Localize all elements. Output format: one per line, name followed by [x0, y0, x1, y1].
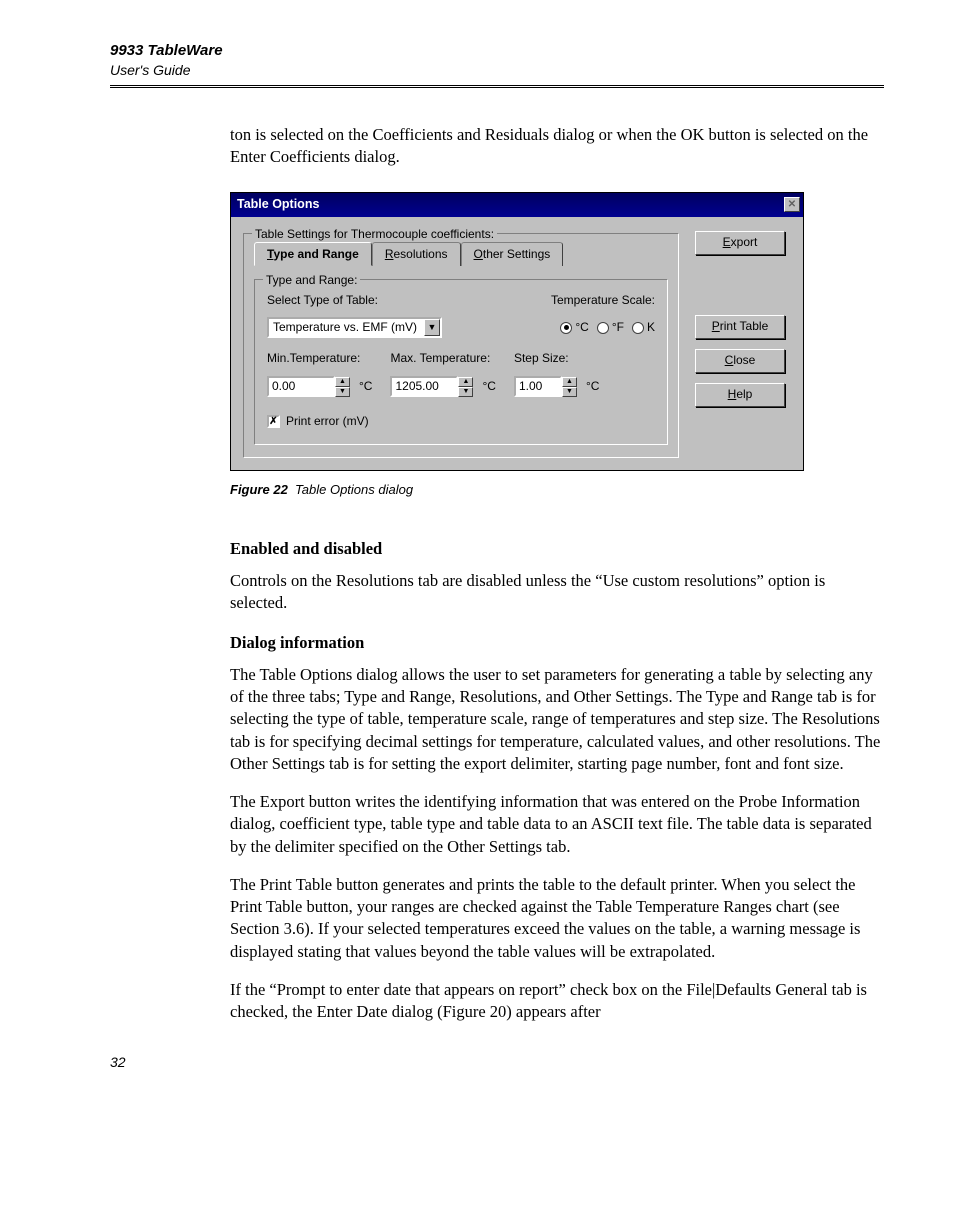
settings-groupbox: Table Settings for Thermocouple coeffici… — [243, 233, 679, 458]
groupbox-label: Table Settings for Thermocouple coeffici… — [252, 226, 497, 243]
radio-label: K — [647, 319, 655, 336]
help-button[interactable]: Help — [695, 383, 785, 407]
spin-up-icon[interactable]: ▲ — [458, 377, 473, 387]
para-info-1: The Table Options dialog allows the user… — [230, 664, 884, 775]
heading-dialog-info: Dialog information — [230, 631, 884, 654]
min-temp-value[interactable]: 0.00 — [267, 376, 335, 397]
page-number: 32 — [110, 1053, 884, 1073]
spin-down-icon[interactable]: ▼ — [335, 387, 350, 397]
table-options-dialog: Table Options ✕ Table Settings for Therm… — [230, 192, 804, 471]
figure-number: Figure 22 — [230, 482, 288, 497]
unit-label: °C — [482, 378, 495, 395]
spin-down-icon[interactable]: ▼ — [458, 387, 473, 397]
max-temp-value[interactable]: 1205.00 — [390, 376, 458, 397]
btn-rest: lose — [733, 352, 755, 369]
unit-label: °C — [586, 378, 599, 395]
para-info-4: If the “Prompt to enter date that appear… — [230, 979, 884, 1024]
unit-label: °C — [359, 378, 372, 395]
radio-label: °C — [575, 319, 588, 336]
close-button[interactable]: Close — [695, 349, 785, 373]
btn-key: E — [723, 234, 731, 251]
tab-strip: Type and Range Resolutions Other Setting… — [254, 242, 668, 267]
spin-up-icon[interactable]: ▲ — [562, 377, 577, 387]
radio-fahrenheit[interactable]: °F — [597, 319, 624, 336]
min-temp-spinner[interactable]: 0.00 ▲▼ — [267, 376, 350, 397]
btn-rest: xport — [731, 234, 758, 251]
header-rule-thin — [110, 87, 884, 88]
min-temp-label: Min.Temperature: — [267, 350, 372, 367]
btn-key: H — [728, 386, 737, 403]
max-temp-spinner[interactable]: 1205.00 ▲▼ — [390, 376, 473, 397]
dialog-title: Table Options — [237, 196, 319, 214]
tab-type-and-range[interactable]: Type and Range — [254, 242, 372, 267]
max-temp-label: Max. Temperature: — [390, 350, 495, 367]
btn-rest: elp — [736, 386, 752, 403]
spin-up-icon[interactable]: ▲ — [335, 377, 350, 387]
lead-paragraph: ton is selected on the Coefficients and … — [230, 124, 884, 169]
tab-label-rest: esolutions — [393, 247, 447, 261]
tab-label-rest: ype and Range — [273, 247, 358, 261]
dialog-figure: Table Options ✕ Table Settings for Therm… — [230, 192, 884, 471]
chevron-down-icon[interactable]: ▼ — [424, 319, 440, 336]
radio-label: °F — [612, 319, 624, 336]
para-info-3: The Print Table button generates and pri… — [230, 874, 884, 963]
export-button[interactable]: Export — [695, 231, 785, 255]
temp-scale-label: Temperature Scale: — [551, 292, 655, 309]
print-error-label: Print error (mV) — [286, 413, 369, 430]
btn-key: C — [725, 352, 734, 369]
radio-celsius[interactable]: °C — [560, 319, 588, 336]
doc-title: 9933 TableWare — [110, 40, 884, 61]
table-type-combo[interactable]: Temperature vs. EMF (mV) ▼ — [267, 317, 442, 338]
select-type-label: Select Type of Table: — [267, 292, 378, 309]
tab-label-rest: ther Settings — [483, 247, 550, 261]
header-rule-thick — [110, 85, 884, 86]
figure-title: Table Options dialog — [295, 482, 413, 497]
combo-value: Temperature vs. EMF (mV) — [273, 319, 417, 336]
inner-group-label: Type and Range: — [263, 272, 360, 289]
btn-rest: rint Table — [720, 318, 768, 335]
heading-enabled: Enabled and disabled — [230, 537, 884, 560]
spin-down-icon[interactable]: ▼ — [562, 387, 577, 397]
tab-other-settings[interactable]: Other Settings — [461, 242, 564, 267]
dialog-titlebar: Table Options ✕ — [231, 193, 803, 217]
radio-kelvin[interactable]: K — [632, 319, 655, 336]
para-enabled: Controls on the Resolutions tab are disa… — [230, 570, 884, 615]
close-icon[interactable]: ✕ — [784, 197, 800, 212]
tab-resolutions[interactable]: Resolutions — [372, 242, 461, 267]
btn-key: P — [712, 318, 720, 335]
doc-subtitle: User's Guide — [110, 61, 884, 81]
step-size-spinner[interactable]: 1.00 ▲▼ — [514, 376, 577, 397]
tab-key: O — [474, 247, 483, 261]
figure-caption: Figure 22 Table Options dialog — [230, 481, 884, 499]
step-size-label: Step Size: — [514, 350, 599, 367]
print-table-button[interactable]: Print Table — [695, 315, 785, 339]
type-and-range-group: Type and Range: Select Type of Table: Te… — [254, 279, 668, 444]
print-error-checkbox[interactable]: ✗ — [267, 415, 280, 428]
para-info-2: The Export button writes the identifying… — [230, 791, 884, 858]
step-size-value[interactable]: 1.00 — [514, 376, 562, 397]
temp-scale-radios: °C °F K — [560, 319, 655, 336]
